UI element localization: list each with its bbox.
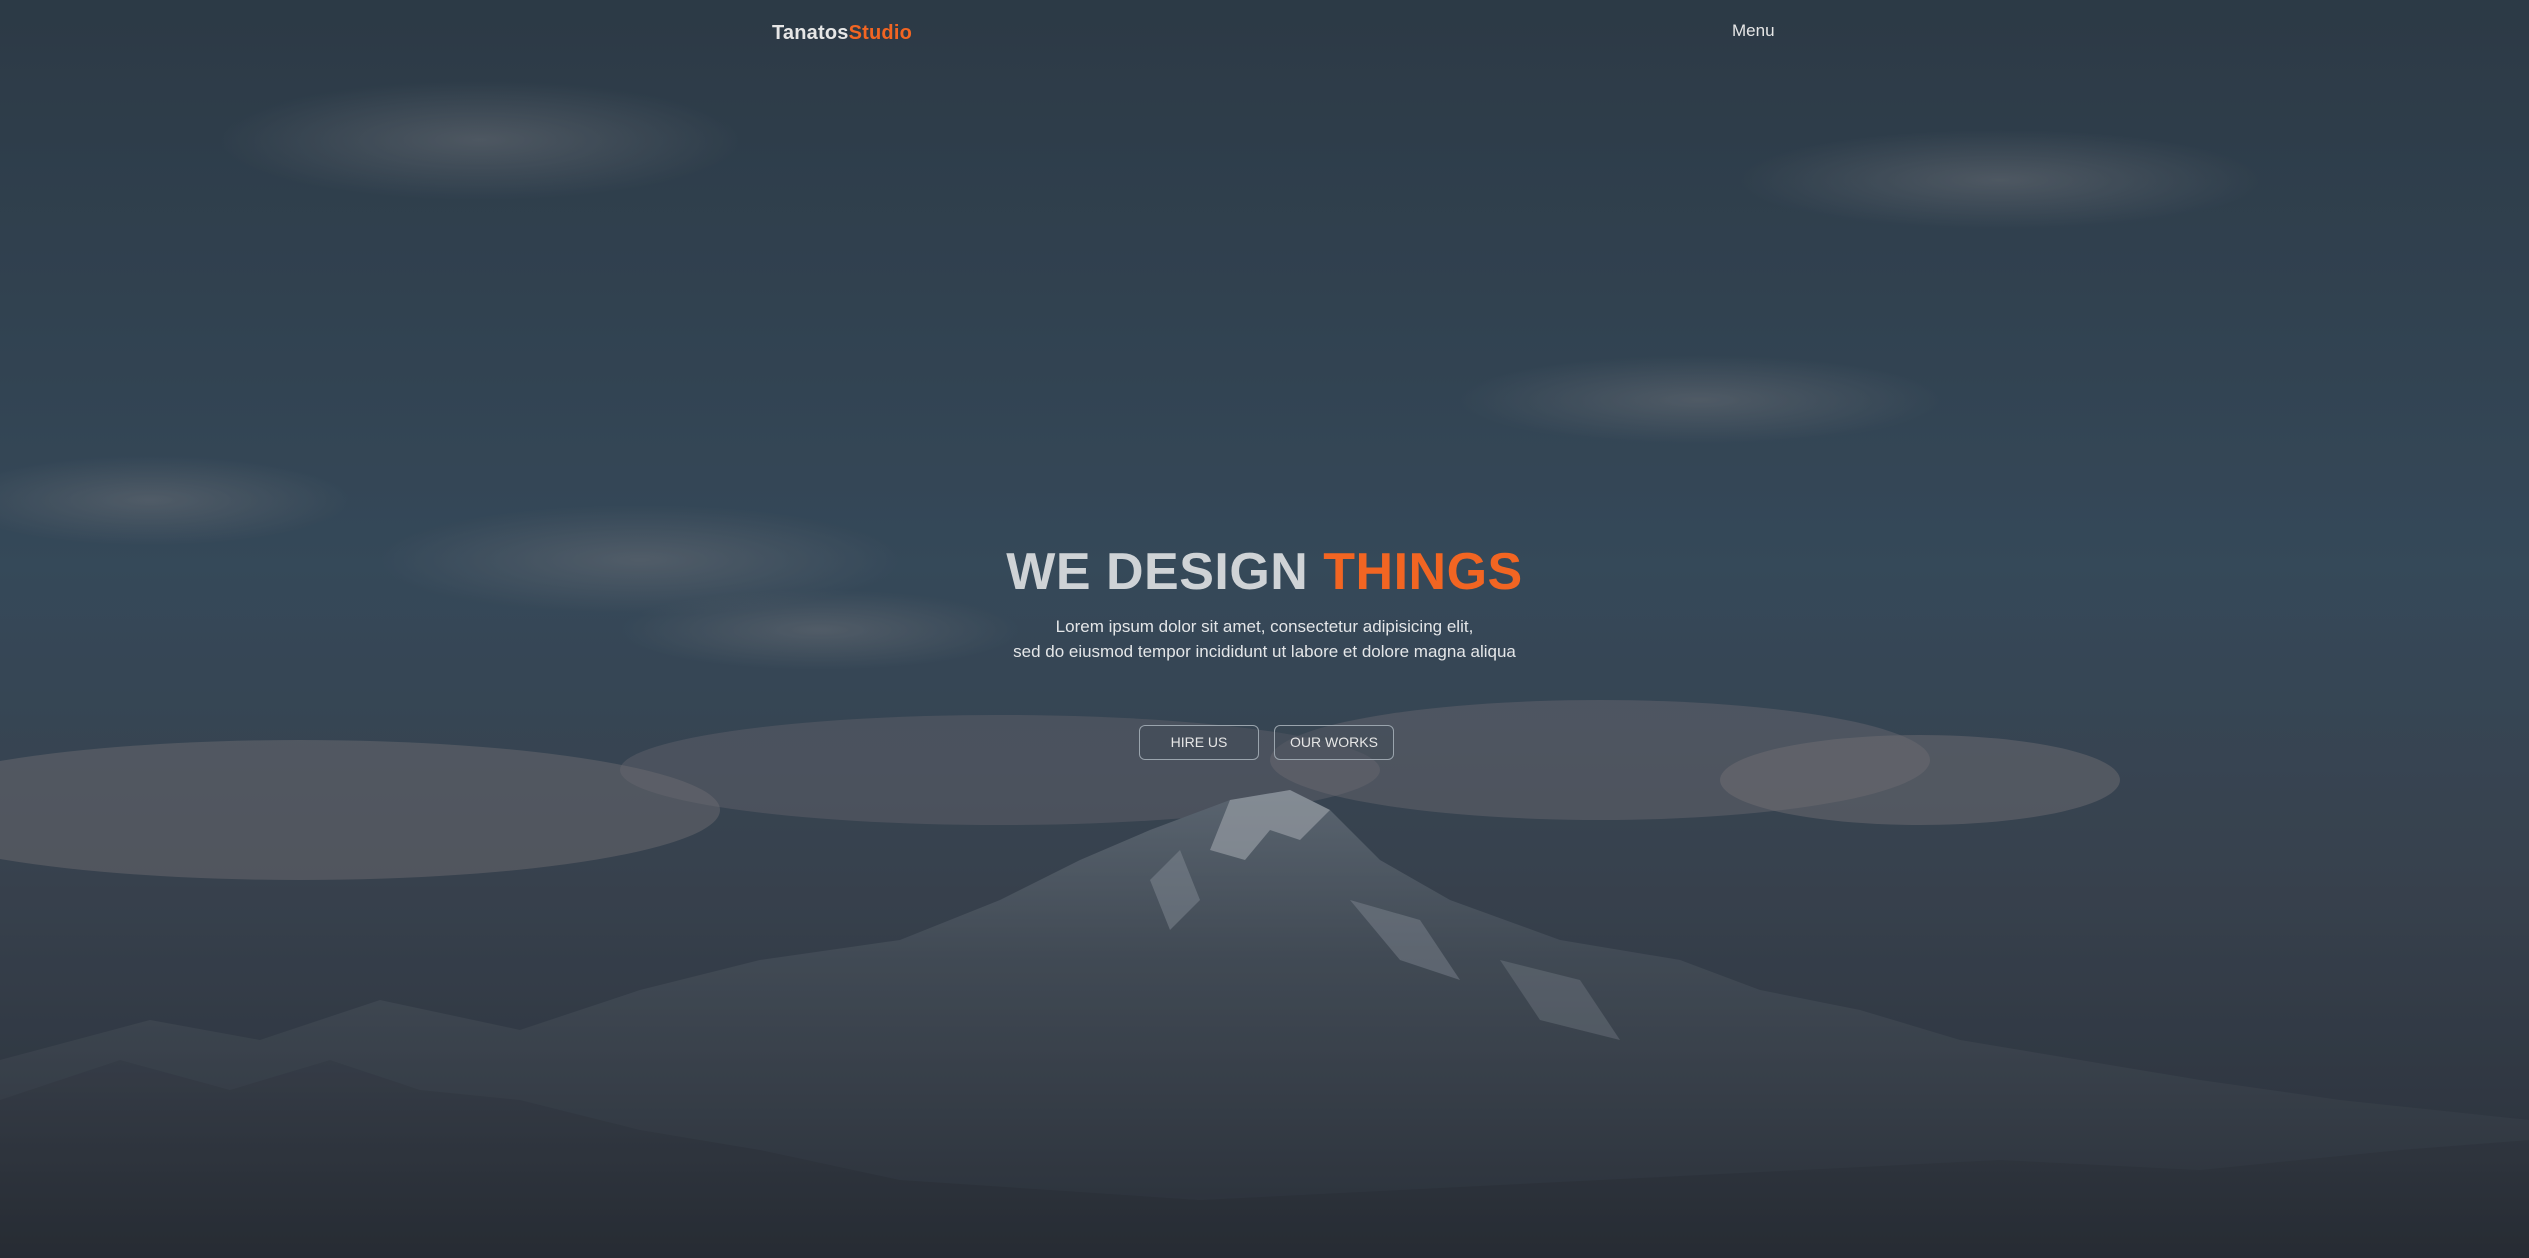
brand-logo[interactable]: TanatosStudio xyxy=(772,22,912,45)
our-works-button[interactable]: OUR WORKS xyxy=(1274,725,1394,760)
hero-subtext-line-1: Lorem ipsum dolor sit amet, consectetur … xyxy=(1055,617,1474,636)
hero-subtext: Lorem ipsum dolor sit amet, consectetur … xyxy=(0,614,2529,664)
hero-subtext-line-2: sed do eiusmod tempor incididunt ut labo… xyxy=(1013,642,1516,661)
top-navigation: TanatosStudio Menu xyxy=(772,21,1775,52)
hero-headline: WE DESIGN THINGS xyxy=(0,542,2529,602)
brand-name-main: Tanatos xyxy=(772,22,849,44)
hire-us-button[interactable]: HIRE US xyxy=(1139,725,1259,760)
headline-main: WE DESIGN xyxy=(1006,543,1309,601)
hero-section: TanatosStudio Menu WE DESIGN THINGS Lore… xyxy=(0,0,2529,1258)
menu-button[interactable]: Menu xyxy=(1732,21,1775,41)
headline-accent: THINGS xyxy=(1323,543,1523,601)
brand-name-accent: Studio xyxy=(848,22,913,44)
